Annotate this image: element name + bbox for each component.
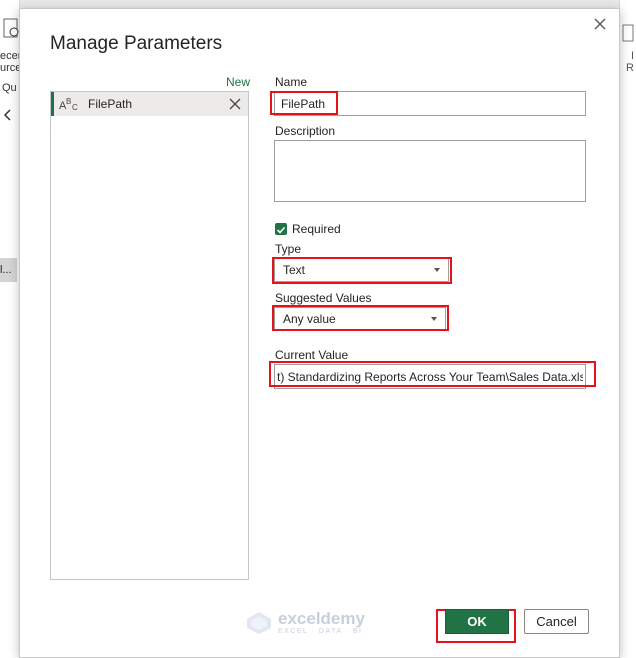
- ribbon-fragment: ecen: [0, 50, 19, 62]
- name-label: Name: [275, 75, 308, 89]
- svg-text:C: C: [72, 103, 78, 112]
- background-ribbon-right: I R: [619, 0, 636, 658]
- cancel-button[interactable]: Cancel: [524, 609, 589, 634]
- recent-sources-icon[interactable]: [3, 18, 19, 40]
- suggested-values-select-value: Any value: [283, 312, 336, 326]
- description-label: Description: [275, 124, 336, 138]
- exceldemy-watermark: exceldemy EXCEL · DATA · BI: [246, 610, 365, 636]
- chevron-left-icon[interactable]: [3, 108, 13, 122]
- suggested-values-select[interactable]: Any value: [274, 307, 446, 331]
- type-label: Type: [275, 242, 302, 256]
- parameter-item[interactable]: A B C FilePath: [51, 92, 248, 116]
- chevron-down-icon: [431, 317, 437, 321]
- current-value-input[interactable]: [274, 364, 586, 389]
- exceldemy-logo-icon: [247, 612, 271, 634]
- type-select-value: Text: [283, 263, 306, 277]
- new-parameter-link[interactable]: New: [226, 75, 250, 89]
- description-textarea[interactable]: [274, 140, 586, 202]
- abc-text-type-icon: A B C: [59, 97, 78, 112]
- background-ribbon-left: ecen urce Qu l...: [0, 0, 20, 658]
- name-input[interactable]: [274, 91, 586, 116]
- checkmark-icon: [276, 226, 286, 234]
- current-value-label: Current Value: [275, 348, 349, 362]
- ribbon-fragment: urce: [0, 62, 19, 74]
- parameter-item-label: FilePath: [88, 97, 133, 111]
- ok-button[interactable]: OK: [445, 609, 509, 634]
- ribbon-icon: [622, 24, 634, 42]
- parameter-list: A B C FilePath: [50, 91, 249, 580]
- required-label: Required: [292, 222, 341, 236]
- type-select[interactable]: Text: [274, 258, 449, 282]
- ribbon-fragment: R: [626, 62, 634, 74]
- selected-query-fragment: l...: [0, 258, 17, 282]
- required-checkbox[interactable]: [275, 223, 287, 235]
- suggested-values-label: Suggested Values: [275, 291, 372, 305]
- watermark-tagline: EXCEL · DATA · BI: [278, 628, 363, 635]
- watermark-brand: exceldemy: [278, 609, 365, 628]
- manage-parameters-dialog: Manage Parameters New A B C FilePath Nam…: [19, 8, 620, 658]
- dialog-title: Manage Parameters: [50, 33, 223, 54]
- delete-parameter-icon[interactable]: [228, 97, 242, 111]
- ribbon-fragment: I: [630, 50, 634, 62]
- svg-text:B: B: [66, 97, 71, 106]
- close-icon[interactable]: [591, 15, 609, 33]
- chevron-down-icon: [434, 268, 440, 272]
